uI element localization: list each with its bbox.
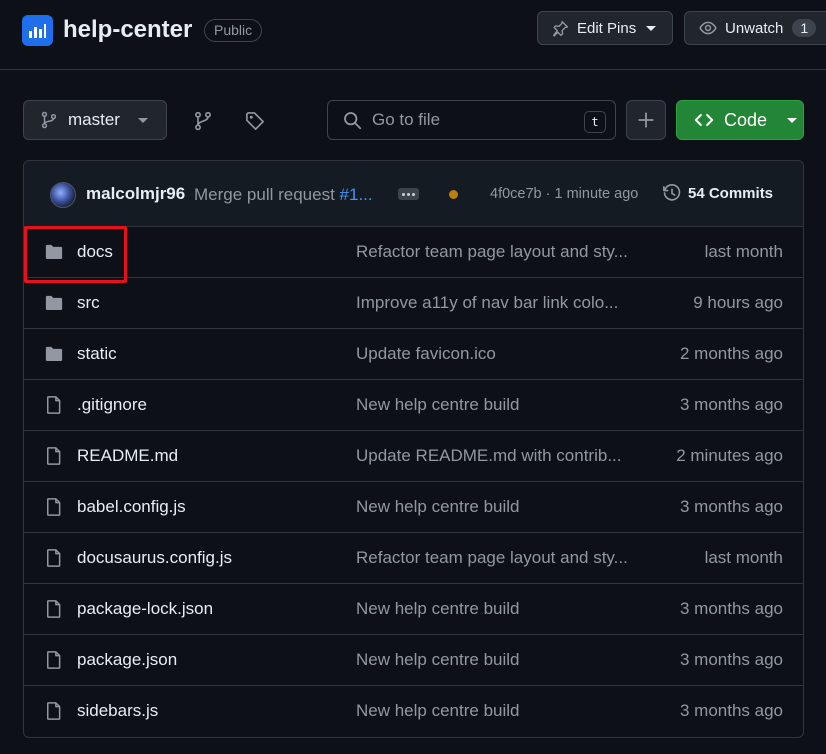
chevron-down-icon xyxy=(137,117,148,123)
code-button[interactable]: Code xyxy=(676,100,804,140)
add-file-button[interactable] xyxy=(626,100,666,140)
commit-author-link[interactable]: malcolmjr96 xyxy=(86,184,185,204)
repo-name-link[interactable]: help-center xyxy=(63,16,192,44)
file-icon xyxy=(44,701,64,721)
file-commit-message-link[interactable]: New help centre build xyxy=(356,395,638,415)
file-row[interactable]: docs Refactor team page layout and sty...… xyxy=(24,227,803,278)
plus-icon xyxy=(638,112,654,128)
repo-owner-logo-icon[interactable] xyxy=(22,15,53,46)
file-icon xyxy=(44,497,64,517)
branches-link-icon[interactable] xyxy=(190,108,216,134)
edit-pins-button[interactable]: Edit Pins xyxy=(537,11,673,45)
chevron-down-icon xyxy=(787,117,798,123)
file-commit-time: 2 months ago xyxy=(679,344,783,363)
file-name-link[interactable]: package.json xyxy=(77,650,177,670)
file-commit-time: 9 hours ago xyxy=(693,293,783,312)
history-icon xyxy=(662,183,682,203)
file-row[interactable]: docusaurus.config.js Refactor team page l… xyxy=(24,533,803,584)
file-commit-message-link[interactable]: New help centre build xyxy=(356,599,638,619)
tags-link-icon[interactable] xyxy=(242,108,268,134)
git-branch-icon xyxy=(40,111,58,129)
file-icon xyxy=(44,395,64,415)
file-list: docs Refactor team page layout and sty...… xyxy=(24,227,803,737)
file-name-link[interactable]: src xyxy=(77,293,100,313)
commits-history-link[interactable]: 54 Commits xyxy=(662,183,773,203)
file-row[interactable]: package.json New help centre build 3 month… xyxy=(24,635,803,686)
chevron-down-icon xyxy=(646,25,657,31)
file-commit-time: last month xyxy=(704,548,783,567)
eye-icon xyxy=(699,19,717,37)
commit-message-text: Merge pull request xyxy=(194,185,340,204)
pin-icon xyxy=(552,20,569,37)
file-icon xyxy=(44,548,64,568)
branch-selector-button[interactable]: master xyxy=(23,100,167,140)
repo-header: help-center Public Edit Pins Unwatch 1 xyxy=(0,0,826,70)
file-commit-message-link[interactable]: Refactor team page layout and sty... xyxy=(356,242,638,262)
file-row[interactable]: babel.config.js New help centre build 3 mo… xyxy=(24,482,803,533)
folder-icon xyxy=(44,242,64,262)
branch-name: master xyxy=(68,110,120,129)
file-commit-time: 3 months ago xyxy=(679,395,783,414)
file-commit-time: 2 minutes ago xyxy=(676,446,783,465)
pull-request-link[interactable]: #1... xyxy=(340,185,373,204)
folder-icon xyxy=(44,293,64,313)
file-commit-time: last month xyxy=(704,242,783,261)
commit-message-link[interactable]: Merge pull request #1... xyxy=(194,185,373,205)
file-icon xyxy=(44,446,64,466)
file-name-link[interactable]: docusaurus.config.js xyxy=(77,548,232,568)
file-icon xyxy=(44,599,64,619)
file-commit-time: 3 months ago xyxy=(679,701,783,720)
file-browser: malcolmjr96 Merge pull request #1... 4f0… xyxy=(23,160,804,738)
file-commit-message-link[interactable]: Refactor team page layout and sty... xyxy=(356,548,638,568)
edit-pins-label: Edit Pins xyxy=(577,19,637,37)
file-commit-time: 3 months ago xyxy=(679,497,783,516)
file-name-link[interactable]: docs xyxy=(77,242,113,262)
unwatch-button[interactable]: Unwatch 1 xyxy=(684,11,826,45)
file-name-link[interactable]: package-lock.json xyxy=(77,599,213,619)
file-row[interactable]: package-lock.json New help centre build 3 … xyxy=(24,584,803,635)
file-commit-message-link[interactable]: New help centre build xyxy=(356,497,638,517)
expand-commit-message-button[interactable] xyxy=(398,188,419,200)
file-commit-time: 3 months ago xyxy=(679,650,783,669)
file-name-link[interactable]: README.md xyxy=(77,446,178,466)
unwatch-label: Unwatch xyxy=(725,19,784,37)
file-commit-message-link[interactable]: New help centre build xyxy=(356,701,638,721)
file-icon xyxy=(44,650,64,670)
file-name-link[interactable]: sidebars.js xyxy=(77,701,158,721)
file-name-link[interactable]: babel.config.js xyxy=(77,497,186,517)
visibility-badge: Public xyxy=(204,19,263,42)
code-label: Code xyxy=(724,109,768,130)
latest-commit-bar: malcolmjr96 Merge pull request #1... 4f0… xyxy=(24,161,803,227)
file-name-link[interactable]: .gitignore xyxy=(77,395,147,415)
commit-sha-time[interactable]: 4f0ce7b · 1 minute ago xyxy=(490,186,638,202)
check-status-pending-icon[interactable] xyxy=(449,190,458,199)
code-icon xyxy=(694,110,714,130)
file-row[interactable]: src Improve a11y of nav bar link colo... 9… xyxy=(24,278,803,329)
file-name-link[interactable]: static xyxy=(77,344,117,364)
go-to-file-input[interactable]: Go to file t xyxy=(327,100,616,140)
commits-count: 54 Commits xyxy=(688,184,774,202)
file-commit-message-link[interactable]: Improve a11y of nav bar link colo... xyxy=(356,293,638,313)
go-to-file-placeholder: Go to file xyxy=(372,110,441,129)
search-icon xyxy=(343,111,362,130)
file-row[interactable]: README.md Update README.md with contrib..… xyxy=(24,431,803,482)
avatar[interactable] xyxy=(50,182,76,208)
keyboard-shortcut-hint: t xyxy=(584,111,606,133)
watch-count: 1 xyxy=(792,19,817,37)
file-commit-message-link[interactable]: Update favicon.ico xyxy=(356,344,638,364)
file-commit-time: 3 months ago xyxy=(679,599,783,618)
file-row[interactable]: .gitignore New help centre build 3 months … xyxy=(24,380,803,431)
file-row[interactable]: static Update favicon.ico 2 months ago xyxy=(24,329,803,380)
file-row[interactable]: sidebars.js New help centre build 3 months… xyxy=(24,686,803,737)
file-commit-message-link[interactable]: New help centre build xyxy=(356,650,638,670)
file-commit-message-link[interactable]: Update README.md with contrib... xyxy=(356,446,638,466)
folder-icon xyxy=(44,344,64,364)
